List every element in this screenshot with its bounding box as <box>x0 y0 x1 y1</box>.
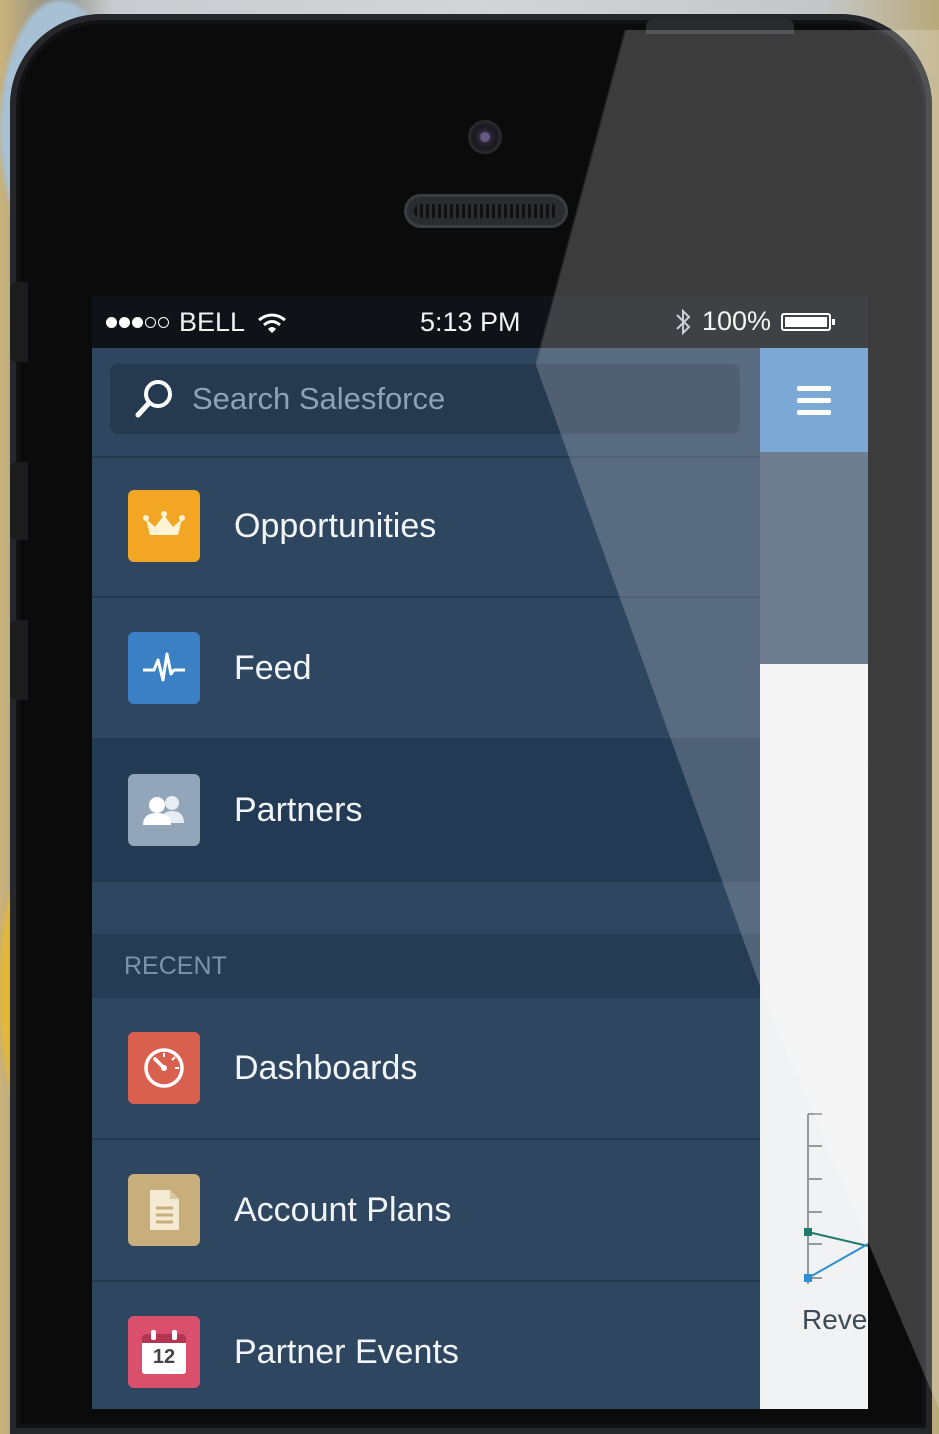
menu-item-label: Partners <box>234 790 363 829</box>
hamburger-line <box>797 409 831 415</box>
section-header-recent: RECENT <box>92 934 760 998</box>
gauge-icon <box>128 1032 200 1104</box>
signal-dot <box>132 317 143 328</box>
phone-screen: BELL 5:13 PM 100% Search Salesforce Oppo… <box>92 296 868 1409</box>
carrier-group: BELL <box>106 307 287 338</box>
menu-item-label: Account Plans <box>234 1190 452 1229</box>
menu-item-label: Partner Events <box>234 1332 459 1371</box>
power-button <box>646 20 794 34</box>
menu-item-dashboards[interactable]: Dashboards <box>92 998 760 1140</box>
menu-item-feed[interactable]: Feed <box>92 598 760 740</box>
battery-group: 100% <box>674 306 836 337</box>
menu-item-label: Dashboards <box>234 1048 418 1087</box>
signal-dot <box>119 317 130 328</box>
document-icon <box>128 1174 200 1246</box>
navigation-menu: Opportunities Feed Partners <box>92 348 760 1409</box>
chart-label: Reve <box>802 1304 868 1335</box>
menu-item-label: Opportunities <box>234 506 437 545</box>
hamburger-line <box>797 397 831 403</box>
volume-down-button <box>10 620 28 700</box>
content-card: Reve <box>760 664 868 1409</box>
signal-dot <box>158 317 169 328</box>
front-camera <box>468 120 502 154</box>
menu-item-label: Feed <box>234 648 312 687</box>
bluetooth-icon <box>676 308 691 335</box>
calendar-date: 12 <box>152 1346 176 1368</box>
mute-switch <box>10 282 28 362</box>
search-field[interactable] <box>110 364 740 434</box>
volume-up-button <box>10 462 28 540</box>
status-bar: BELL 5:13 PM 100% <box>92 296 868 348</box>
crown-icon <box>128 490 200 562</box>
chart-preview <box>804 1113 868 1284</box>
search-bar <box>92 348 760 458</box>
wifi-icon <box>258 313 286 333</box>
menu-item-account-plans[interactable]: Account Plans <box>92 1140 760 1282</box>
menu-item-partner-events[interactable]: 12 Partner Events <box>92 1282 760 1409</box>
earpiece-speaker <box>404 194 568 228</box>
search-input[interactable] <box>190 380 714 418</box>
menu-toggle-button[interactable] <box>760 348 868 452</box>
main-content-peek[interactable]: Reve <box>760 348 868 1409</box>
battery-percent: 100% <box>702 306 772 336</box>
calendar-icon: 12 <box>128 1316 200 1388</box>
battery-icon <box>781 312 836 331</box>
menu-item-partners[interactable]: Partners <box>92 740 760 882</box>
search-icon <box>135 380 172 418</box>
people-icon <box>128 774 200 846</box>
hamburger-line <box>797 385 831 391</box>
menu-item-opportunities[interactable]: Opportunities <box>92 456 760 598</box>
signal-dot <box>145 317 156 328</box>
carrier-name: BELL <box>179 307 246 337</box>
pulse-icon <box>128 632 200 704</box>
clock: 5:13 PM <box>420 307 521 337</box>
signal-dot <box>106 317 117 328</box>
